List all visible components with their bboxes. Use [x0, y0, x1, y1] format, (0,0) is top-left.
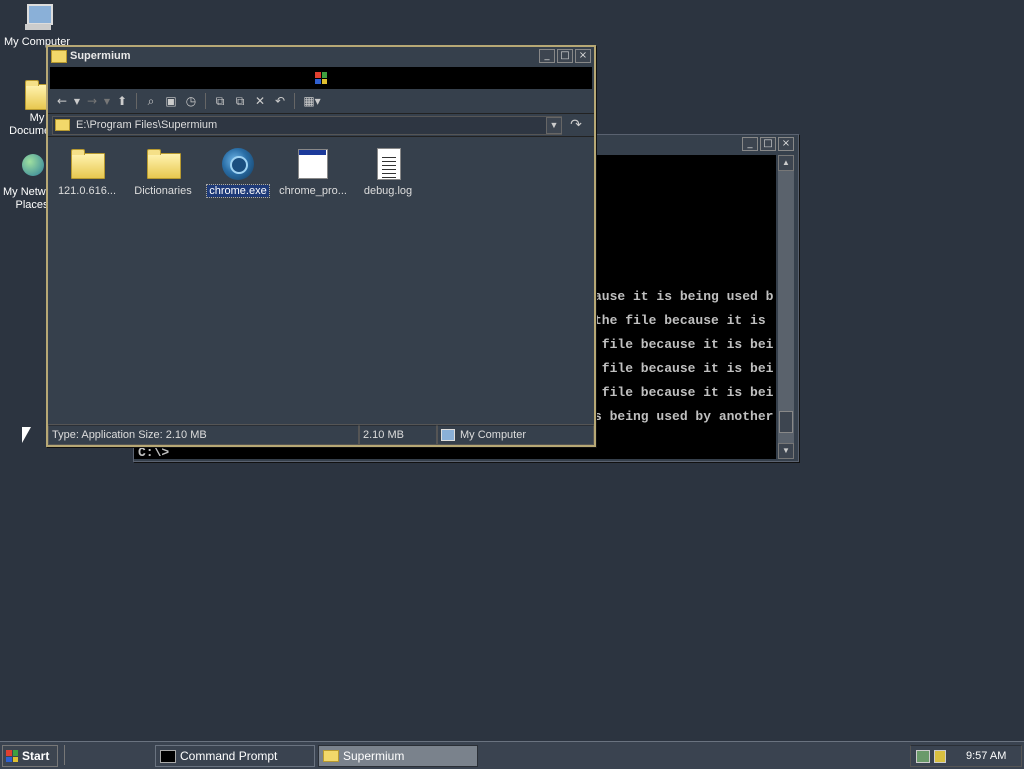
address-bar: E:\Program Files\Supermium ▼ ↷ [48, 114, 594, 137]
forward-arrow-icon[interactable]: → [82, 92, 102, 110]
explorer-titlebar[interactable]: Supermium _ □ × [48, 47, 594, 65]
folder-icon [146, 147, 181, 181]
command-prompt-icon [160, 749, 176, 763]
network-places-icon [16, 152, 48, 184]
status-type-size: Type: Application Size: 2.10 MB [48, 425, 359, 445]
views-icon[interactable]: ▦▾ [299, 92, 325, 110]
start-label: Start [22, 749, 50, 763]
minimize-button[interactable]: _ [539, 49, 555, 63]
minimize-button[interactable]: _ [742, 137, 758, 151]
explorer-window[interactable]: Supermium _ □ × ← ▼ → ▼ ⬆ ⌕ ▣ ◷ ⧉ ⧉ ✕ ↶ … [46, 45, 596, 447]
explorer-toolbar: ← ▼ → ▼ ⬆ ⌕ ▣ ◷ ⧉ ⧉ ✕ ↶ ▦▾ [48, 89, 594, 114]
address-dropdown-icon[interactable]: ▼ [546, 116, 562, 134]
back-arrow-icon[interactable]: ← [52, 92, 72, 110]
folder-icon [55, 119, 70, 131]
quick-launch-area [64, 745, 145, 765]
file-name: chrome_pro... [279, 185, 347, 197]
forward-dropdown-icon[interactable]: ▼ [102, 92, 112, 110]
console-line: file because it is bei [594, 337, 774, 352]
toolbar-divider [136, 93, 137, 109]
folders-icon[interactable]: ▣ [161, 92, 181, 110]
close-button[interactable]: × [575, 49, 591, 63]
windows-flag-icon [315, 72, 327, 84]
maximize-button[interactable]: □ [557, 49, 573, 63]
scroll-thumb[interactable] [779, 411, 793, 433]
taskbar: Start Command Prompt Supermium 9:57 AM [0, 741, 1024, 769]
file-name: debug.log [363, 185, 413, 197]
console-line: file because it is bei [594, 361, 774, 376]
my-computer-icon [21, 2, 53, 34]
application-window-icon [296, 147, 330, 181]
go-arrow-icon[interactable]: ↷ [562, 117, 590, 133]
file-item[interactable]: Dictionaries [126, 147, 200, 197]
folder-title-icon [51, 49, 67, 63]
undo-icon[interactable]: ↶ [270, 92, 290, 110]
file-name: chrome.exe [206, 184, 270, 198]
system-tray: 9:57 AM [910, 745, 1022, 767]
maximize-button[interactable]: □ [760, 137, 776, 151]
start-button[interactable]: Start [2, 745, 58, 767]
close-button[interactable]: × [778, 137, 794, 151]
status-zone-label: My Computer [460, 429, 527, 441]
console-prompt: C:\> [138, 445, 170, 459]
console-line: file because it is bei [594, 385, 774, 400]
mouse-cursor-icon [22, 427, 31, 443]
back-dropdown-icon[interactable]: ▼ [72, 92, 82, 110]
file-item[interactable]: chrome_pro... [276, 147, 350, 197]
console-line: the file because it is [594, 313, 766, 328]
folder-icon [323, 750, 339, 762]
move-to-icon[interactable]: ⧉ [210, 92, 230, 110]
network-icon[interactable] [916, 749, 930, 763]
file-name: Dictionaries [134, 185, 192, 197]
scroll-down-arrow-icon[interactable]: ▼ [778, 443, 794, 459]
windows-flag-icon [6, 750, 18, 762]
task-label: Command Prompt [180, 749, 278, 763]
address-input[interactable]: E:\Program Files\Supermium [52, 115, 562, 135]
taskbar-item-supermium[interactable]: Supermium [318, 745, 478, 767]
my-computer-icon [441, 429, 455, 441]
chrome-exe-icon [221, 147, 255, 181]
console-line: s being used by another [594, 409, 774, 424]
file-item-selected[interactable]: chrome.exe [201, 147, 275, 198]
file-name: 121.0.616... [57, 185, 117, 197]
address-text: E:\Program Files\Supermium [76, 119, 218, 131]
text-document-icon [371, 147, 405, 181]
search-icon[interactable]: ⌕ [141, 92, 161, 110]
folder-icon [70, 147, 105, 181]
console-caption-buttons: _ □ × [740, 137, 794, 151]
history-icon[interactable]: ◷ [181, 92, 201, 110]
clock[interactable]: 9:57 AM [966, 750, 1006, 762]
toolbar-divider [294, 93, 295, 109]
taskbar-item-command-prompt[interactable]: Command Prompt [155, 745, 315, 767]
security-shield-icon[interactable] [934, 749, 946, 763]
file-item[interactable]: 121.0.616... [50, 147, 124, 197]
status-zone: My Computer [437, 425, 594, 445]
up-folder-icon[interactable]: ⬆ [112, 92, 132, 110]
file-item[interactable]: debug.log [351, 147, 425, 197]
window-title: Supermium [70, 50, 131, 62]
status-bar: Type: Application Size: 2.10 MB 2.10 MB … [48, 424, 594, 445]
status-size: 2.10 MB [359, 425, 437, 445]
desktop-icon-my-computer[interactable]: My Computer [2, 2, 72, 49]
console-line: ause it is being used b [594, 289, 774, 304]
delete-icon[interactable]: ✕ [250, 92, 270, 110]
task-label: Supermium [343, 749, 405, 763]
toolbar-divider [205, 93, 206, 109]
console-scrollbar[interactable]: ▲ ▼ [778, 155, 794, 459]
scroll-up-arrow-icon[interactable]: ▲ [778, 155, 794, 171]
file-list[interactable]: 121.0.616... Dictionaries chrome.exe chr… [50, 145, 590, 425]
windows-logo-throbber [50, 67, 592, 89]
copy-to-icon[interactable]: ⧉ [230, 92, 250, 110]
